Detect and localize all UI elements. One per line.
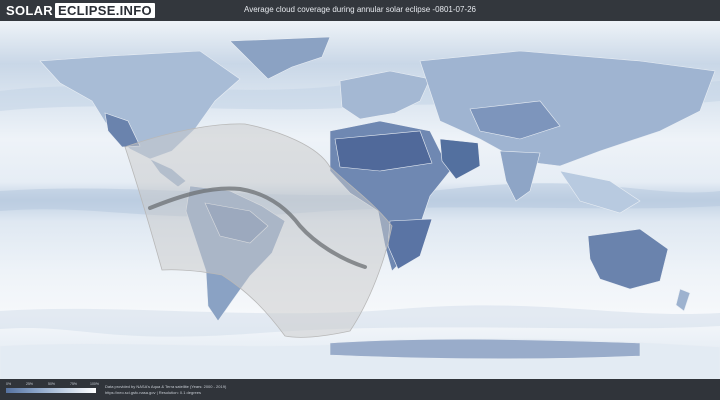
legend-tick-75: 75% [70,382,78,386]
antarctic-cloud-dark [329,338,641,360]
legend-tick-25: 25% [26,382,34,386]
cloud-coverage-legend-gradient [6,388,96,393]
legend-tick-50: 50% [48,382,56,386]
legend-tick-100: 100% [90,382,99,386]
data-credit: Data provided by NASA's Aqua & Terra sat… [105,384,226,396]
cloud-coverage-map [0,21,720,380]
legend-tick-0: 0% [6,382,12,386]
page-title: Average cloud coverage during annular so… [244,5,476,14]
world-map-svg [0,21,720,380]
footer-bar: 0% 25% 50% 75% 100% Data provided by NAS… [0,379,720,400]
header-bar: SOLAR ECLIPSE.INFO Average cloud coverag… [0,0,720,21]
credit-line-2: https://neo.sci.gsfc.nasa.gov | Resoluti… [105,390,201,395]
